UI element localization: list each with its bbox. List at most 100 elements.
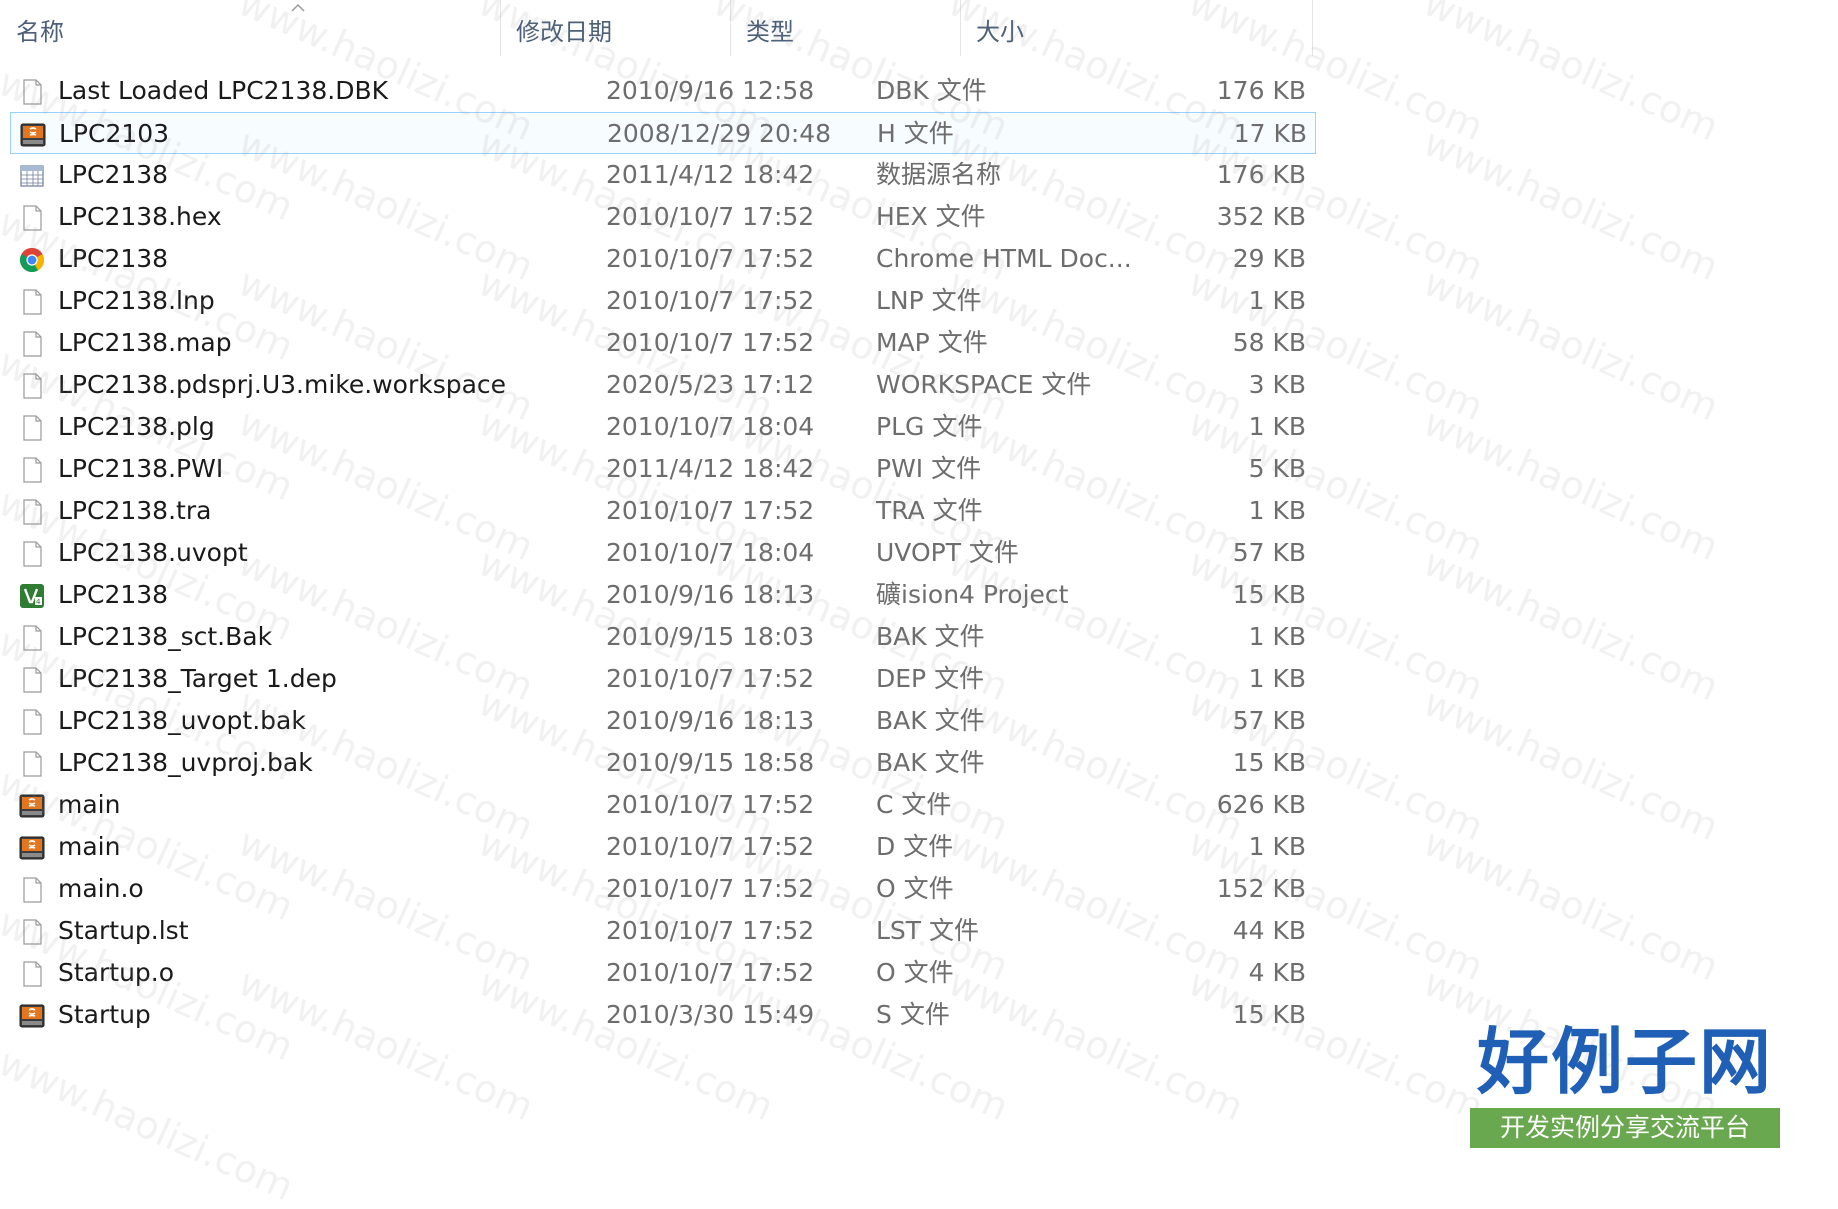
file-row[interactable]: LPC2138.hex 2010/10/7 17:52 HEX 文件 352 KB — [10, 196, 1316, 238]
file-size: 176 KB — [1216, 160, 1306, 189]
file-row[interactable]: LPC2138 2011/4/12 18:42 数据源名称 176 KB — [10, 154, 1316, 196]
file-row[interactable]: LPC2138_uvproj.bak 2010/9/15 18:58 BAK 文件 1… — [10, 742, 1316, 784]
file-type: BAK 文件 — [876, 622, 985, 651]
blank-file-icon — [18, 203, 46, 231]
blank-file-icon — [18, 749, 46, 777]
file-name: Startup — [58, 1000, 151, 1029]
blank-file-icon — [18, 329, 46, 357]
file-row[interactable]: LPC2138.plg 2010/10/7 18:04 PLG 文件 1 KB — [10, 406, 1316, 448]
file-row[interactable]: LPC2138_uvopt.bak 2010/9/16 18:13 BAK 文件 57… — [10, 700, 1316, 742]
file-row[interactable]: Startup.lst 2010/10/7 17:52 LST 文件 44 KB — [10, 910, 1316, 952]
file-type: UVOPT 文件 — [876, 538, 1019, 567]
file-name: LPC2138.tra — [58, 496, 212, 525]
file-modified-date: 2011/4/12 18:42 — [606, 454, 815, 483]
file-row[interactable]: LPC2138.lnp 2010/10/7 17:52 LNP 文件 1 KB — [10, 280, 1316, 322]
file-type: H 文件 — [877, 119, 954, 148]
file-type: LNP 文件 — [876, 286, 982, 315]
datasource-icon — [18, 161, 46, 189]
file-size: 1 KB — [1248, 412, 1306, 441]
file-size: 15 KB — [1232, 1000, 1306, 1029]
column-size-header[interactable]: 大小 — [960, 0, 1310, 64]
source-file-icon — [18, 833, 46, 861]
file-modified-date: 2010/10/7 17:52 — [606, 328, 815, 357]
file-row[interactable]: LPC2138_sct.Bak 2010/9/15 18:03 BAK 文件 1 KB — [10, 616, 1316, 658]
file-modified-date: 2010/10/7 17:52 — [606, 664, 815, 693]
file-row[interactable]: LPC2138 2010/10/7 17:52 Chrome HTML Doc...… — [10, 238, 1316, 280]
keil-project-icon: 4 — [18, 581, 46, 609]
file-row[interactable]: LPC2138.map 2010/10/7 17:52 MAP 文件 58 KB — [10, 322, 1316, 364]
file-row[interactable]: LPC2138.PWI 2011/4/12 18:42 PWI 文件 5 KB — [10, 448, 1316, 490]
file-modified-date: 2010/10/7 17:52 — [606, 244, 815, 273]
file-row[interactable]: Last Loaded LPC2138.DBK 2010/9/16 12:58 DB… — [10, 70, 1316, 112]
file-name: main — [58, 832, 121, 861]
file-name: LPC2138.uvopt — [58, 538, 248, 567]
watermark-text: www.haolizi.com — [1417, 680, 1725, 850]
file-modified-date: 2010/10/7 17:52 — [606, 202, 815, 231]
file-modified-date: 2011/4/12 18:42 — [606, 160, 815, 189]
file-row[interactable]: Startup 2010/3/30 15:49 S 文件 15 KB — [10, 994, 1316, 1036]
blank-file-icon — [18, 539, 46, 567]
source-file-icon — [18, 1001, 46, 1029]
file-name: LPC2138.hex — [58, 202, 222, 231]
file-size: 352 KB — [1216, 202, 1306, 231]
blank-file-icon — [18, 707, 46, 735]
file-name: LPC2138.lnp — [58, 286, 215, 315]
svg-text:4: 4 — [36, 598, 41, 606]
file-modified-date: 2010/10/7 17:52 — [606, 874, 815, 903]
file-name: LPC2138.plg — [58, 412, 215, 441]
file-type: MAP 文件 — [876, 328, 988, 357]
logo-title: 好例子网 — [1476, 1019, 1773, 1104]
file-row[interactable]: main 2010/10/7 17:52 C 文件 626 KB — [10, 784, 1316, 826]
file-name: LPC2138_Target 1.dep — [58, 664, 337, 693]
blank-file-icon — [18, 497, 46, 525]
source-file-icon — [19, 120, 47, 148]
file-size: 152 KB — [1216, 874, 1306, 903]
column-type-header[interactable]: 类型 — [730, 0, 960, 64]
file-row[interactable]: LPC2138.pdsprj.U3.mike.workspace 2020/5/2… — [10, 364, 1316, 406]
column-separator[interactable] — [1312, 0, 1313, 56]
file-modified-date: 2010/9/16 18:13 — [606, 706, 815, 735]
file-type: DEP 文件 — [876, 664, 985, 693]
file-size: 176 KB — [1216, 76, 1306, 105]
file-modified-date: 2010/10/7 17:52 — [606, 496, 815, 525]
blank-file-icon — [18, 623, 46, 651]
file-size: 1 KB — [1248, 496, 1306, 525]
file-type: D 文件 — [876, 832, 954, 861]
column-name-header[interactable]: 名称 — [0, 0, 490, 64]
file-modified-date: 2010/9/16 12:58 — [606, 76, 815, 105]
file-row[interactable]: Startup.o 2010/10/7 17:52 O 文件 4 KB — [10, 952, 1316, 994]
file-row[interactable]: 4 LPC2138 2010/9/16 18:13 礦ision4 Project 15… — [10, 574, 1316, 616]
column-date-header[interactable]: 修改日期 — [500, 0, 730, 64]
file-size: 1 KB — [1248, 664, 1306, 693]
file-row[interactable]: LPC2138_Target 1.dep 2010/10/7 17:52 DEP 文… — [10, 658, 1316, 700]
file-name: LPC2138.map — [58, 328, 232, 357]
file-size: 5 KB — [1248, 454, 1306, 483]
file-name: Last Loaded LPC2138.DBK — [58, 76, 389, 105]
watermark-text: www.haolizi.com — [1417, 0, 1725, 150]
file-row[interactable]: LPC2138.tra 2010/10/7 17:52 TRA 文件 1 KB — [10, 490, 1316, 532]
file-list: Last Loaded LPC2138.DBK 2010/9/16 12:58 DB… — [0, 70, 1320, 1036]
file-row[interactable]: main 2010/10/7 17:52 D 文件 1 KB — [10, 826, 1316, 868]
file-size: 626 KB — [1216, 790, 1306, 819]
blank-file-icon — [18, 665, 46, 693]
file-name: Startup.o — [58, 958, 175, 987]
file-size: 1 KB — [1248, 622, 1306, 651]
watermark-text: www.haolizi.com — [1417, 540, 1725, 710]
watermark-text: www.haolizi.com — [1417, 120, 1725, 290]
file-size: 3 KB — [1248, 370, 1306, 399]
logo-subtitle: 开发实例分享交流平台 — [1470, 1108, 1780, 1148]
file-modified-date: 2010/9/16 18:13 — [606, 580, 815, 609]
file-type: O 文件 — [876, 958, 954, 987]
file-name: LPC2138 — [58, 244, 169, 273]
file-size: 57 KB — [1232, 538, 1306, 567]
file-row[interactable]: LPC2138.uvopt 2010/10/7 18:04 UVOPT 文件 57 K… — [10, 532, 1316, 574]
file-row[interactable]: main.o 2010/10/7 17:52 O 文件 152 KB — [10, 868, 1316, 910]
file-type: PWI 文件 — [876, 454, 982, 483]
file-row[interactable]: LPC2103 2008/12/29 20:48 H 文件 17 KB — [10, 112, 1316, 154]
file-type: LST 文件 — [876, 916, 980, 945]
file-type: TRA 文件 — [876, 496, 983, 525]
file-size: 44 KB — [1232, 916, 1306, 945]
site-logo: 好例子网 开发实例分享交流平台 — [1470, 1020, 1780, 1150]
blank-file-icon — [18, 875, 46, 903]
file-size: 17 KB — [1233, 119, 1307, 148]
